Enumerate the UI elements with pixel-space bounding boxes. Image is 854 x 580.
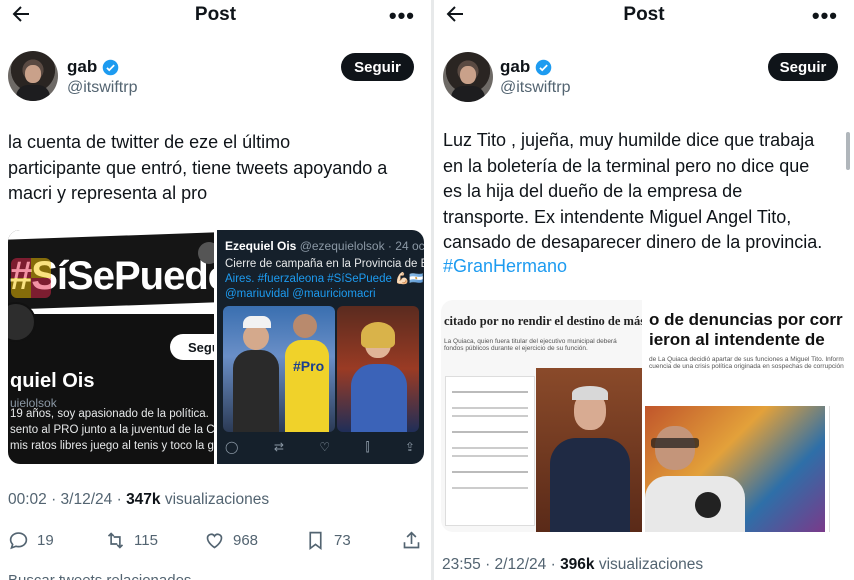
woman-photo [337, 306, 419, 432]
profile-name: quiel Ois [10, 370, 95, 392]
post-header: Post ••• [434, 0, 854, 30]
more-options-icon[interactable]: ••• [389, 3, 415, 29]
man-photo [536, 368, 642, 532]
page-title: Post [194, 4, 237, 25]
post-image-news-2[interactable]: o de denuncias por corr ieron al intende… [645, 300, 854, 532]
side-column [829, 406, 854, 532]
post-timestamp: 23:55 · 2/12/24 · 396k visualizaciones [442, 556, 704, 573]
left-post-panel: Post ••• gab @itswiftrp Seguir la cuenta… [0, 0, 431, 580]
post-actions: 19 115 968 73 [8, 528, 428, 552]
news-headline: citado por no rendir el destino de más d… [444, 314, 642, 328]
verified-badge-icon [102, 59, 119, 75]
retweet-count: 115 [134, 531, 158, 549]
like-button[interactable]: 968 [204, 530, 258, 551]
rally-photo: #Pro [223, 306, 335, 432]
post-timestamp: 00:02 · 3/12/24 · 347k visualizaciones [8, 491, 270, 508]
post-image-profile[interactable]: #SíSePuede Segu quiel Ois uielolsok 19 a… [8, 230, 214, 464]
share-icon [403, 530, 420, 548]
embedded-tweet-actions: ◯ ⇄ ♡ ⫿ ⇪ [225, 440, 415, 454]
author-name[interactable]: gab [500, 57, 530, 77]
follow-button[interactable]: Seguir [768, 53, 838, 81]
avatar[interactable] [443, 52, 493, 102]
bookmark-icon [309, 531, 322, 550]
related-posts-link[interactable]: Buscar tweets relacionados [8, 572, 191, 580]
author-name-row[interactable]: gab [67, 57, 119, 77]
embedded-tweet-author: Ezequiel Ois @ezequielolsok · 24 oct 19 [225, 239, 424, 253]
like-count: 968 [233, 531, 259, 549]
back-arrow-icon[interactable] [442, 2, 468, 26]
news-subtext: La Quiaca, quien fuera titular del ejecu… [444, 338, 617, 352]
news-subtext: de La Quiaca decidió apartar de sus func… [649, 356, 844, 370]
author-handle[interactable]: @itswiftrp [67, 79, 137, 97]
scrollbar[interactable] [846, 132, 850, 170]
post-text: Luz Tito , jujeña, muy humilde dice que … [443, 130, 823, 252]
reply-icon [9, 531, 28, 549]
bookmark-count: 73 [334, 531, 351, 549]
right-post-panel: Post ••• gab @itswiftrp Seguir Luz Tito … [434, 0, 854, 580]
bookmark-button[interactable]: 73 [305, 530, 351, 551]
post-image-tweet[interactable]: Ezequiel Ois @ezequielolsok · 24 oct 19 … [217, 230, 424, 464]
post-text: la cuenta de twitter de eze el último pa… [8, 132, 388, 203]
profile-bio: 19 años, soy apasionado de la política. … [10, 408, 214, 452]
post-image-news-1[interactable]: citado por no rendir el destino de más d… [441, 300, 642, 532]
document-scan [445, 376, 535, 526]
retweet-icon [107, 531, 124, 549]
media-follow-button: Segu [170, 334, 214, 360]
embedded-tweet-text: Cierre de campaña en la Provincia de Bue… [225, 258, 424, 300]
back-arrow-icon[interactable] [8, 2, 34, 26]
hashtag-link[interactable]: #GranHermano [443, 256, 567, 277]
reply-count: 19 [37, 531, 54, 549]
author-name[interactable]: gab [67, 57, 97, 77]
verified-badge-icon [535, 59, 552, 75]
reply-button[interactable]: 19 [8, 530, 54, 551]
avatar[interactable] [8, 51, 58, 101]
zoom-icon [198, 242, 214, 264]
more-options-icon[interactable]: ••• [812, 3, 838, 29]
page-title: Post [623, 4, 665, 25]
author-name-row[interactable]: gab [500, 57, 552, 77]
retweet-button[interactable]: 115 [105, 530, 158, 551]
follow-button[interactable]: Seguir [341, 53, 414, 81]
author-handle[interactable]: @itswiftrp [500, 79, 570, 97]
heart-icon [206, 533, 223, 548]
man-with-mic-photo [645, 406, 825, 532]
share-button[interactable] [401, 530, 422, 551]
news-headline: o de denuncias por corr ieron al intende… [649, 310, 843, 349]
post-header: Post ••• [0, 0, 431, 30]
